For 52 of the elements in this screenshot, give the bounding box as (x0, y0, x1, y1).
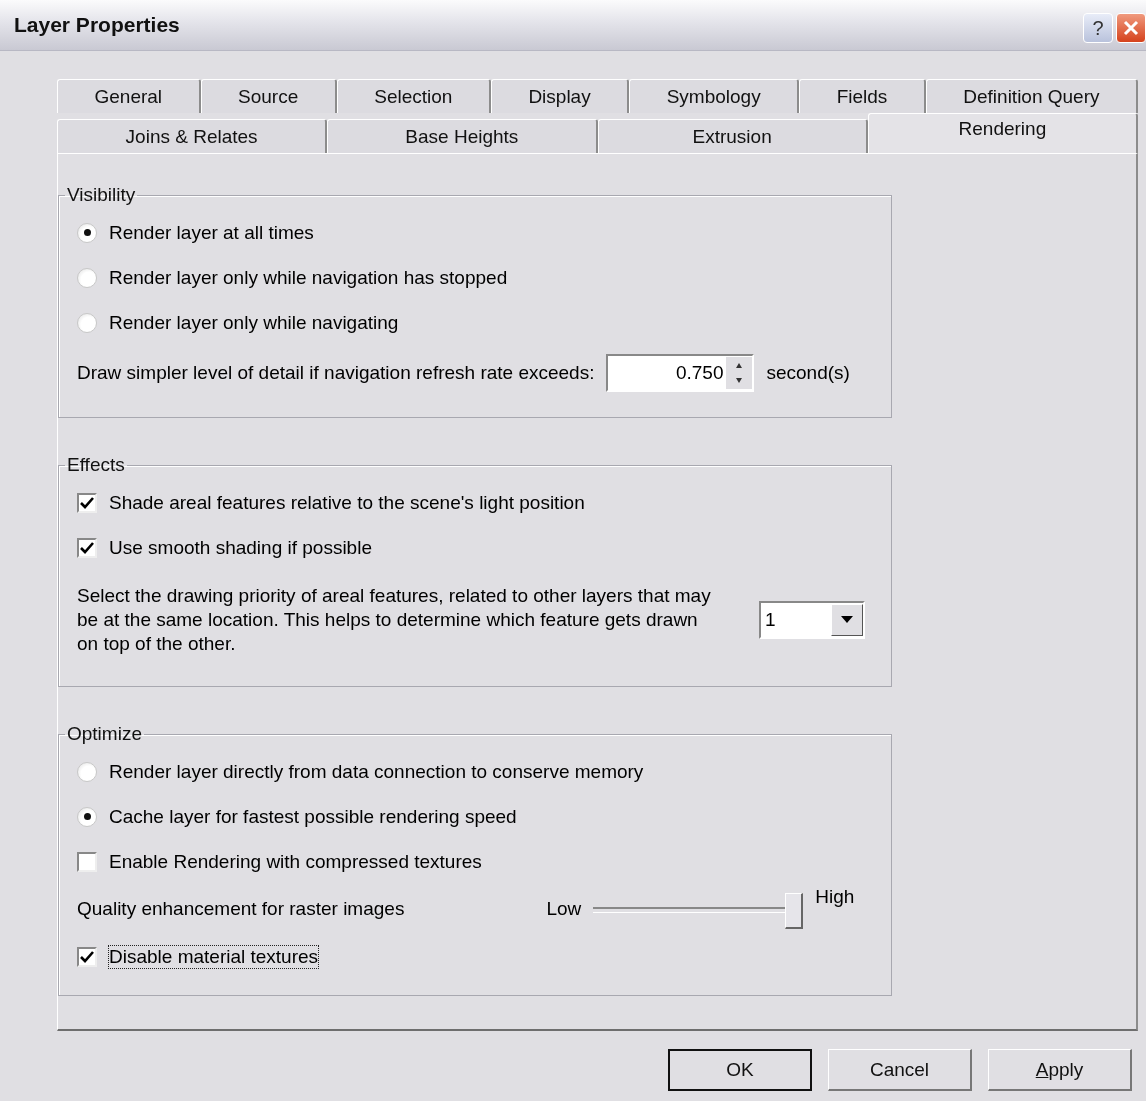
checkbox[interactable] (77, 537, 97, 558)
tab[interactable]: Rendering (867, 113, 1138, 153)
tab[interactable]: Definition Query (925, 79, 1138, 113)
checkbox-label: Enable Rendering with compressed textures (109, 850, 482, 873)
radio-label: Cache layer for fastest possible rendering speed (109, 805, 517, 828)
priority-dropdown[interactable]: 1 (759, 601, 865, 639)
tab[interactable]: Base Heights (327, 119, 598, 153)
check-icon (80, 541, 94, 554)
radio-label: Render layer at all times (109, 221, 314, 244)
tab[interactable]: Extrusion (597, 119, 868, 153)
unit-label: second(s) (766, 362, 850, 384)
tab[interactable]: General (57, 79, 201, 113)
radio-label: Render layer only while navigation has stopped (109, 266, 508, 289)
check-icon (80, 950, 94, 963)
checkbox-label: Shade areal features relative to the scene's light position (109, 491, 585, 514)
tab[interactable]: Fields (799, 79, 926, 113)
window-title: Layer Properties (14, 13, 180, 37)
priority-description: Select the drawing priority of areal features, related to other layers that may be at the same location. This helps to determine which feature gets drawn on top of the other. (77, 584, 712, 656)
low-label: Low (546, 898, 582, 920)
group-title: Optimize (66, 723, 143, 745)
close-button[interactable] (1116, 13, 1146, 43)
checkbox[interactable] (77, 851, 97, 872)
checkbox-label: Use smooth shading if possible (109, 536, 372, 559)
dialog-button[interactable]: OK (668, 1049, 812, 1091)
slider-thumb[interactable] (785, 893, 804, 929)
tab[interactable]: Source (200, 79, 337, 113)
tab[interactable]: Display (490, 79, 630, 113)
radio-label: Render layer only while navigating (109, 311, 399, 334)
radio-label: Render layer directly from data connection to conserve memory (109, 760, 644, 783)
radio-button[interactable] (77, 222, 97, 243)
tab[interactable]: Joins & Relates (57, 119, 328, 153)
spinner-label: Draw simpler level of detail if navigation refresh rate exceeds: (77, 362, 595, 384)
help-button[interactable]: ? (1083, 13, 1113, 43)
check-icon (80, 496, 94, 509)
radio-button[interactable] (77, 761, 97, 782)
checkbox[interactable] (77, 492, 97, 513)
close-icon (1122, 19, 1140, 37)
radio-button[interactable] (77, 312, 97, 333)
radio-button[interactable] (77, 267, 97, 288)
radio-button[interactable] (77, 806, 97, 827)
group-title: Visibility (66, 184, 137, 206)
dialog-button[interactable]: Cancel (828, 1049, 972, 1091)
checkbox-label: Disable material textures (109, 945, 319, 968)
dropdown-arrow-icon[interactable] (841, 616, 853, 624)
slider-label: Quality enhancement for raster images (77, 898, 405, 920)
checkbox[interactable] (77, 946, 97, 967)
high-label: High (815, 886, 855, 908)
group-title: Effects (66, 454, 126, 476)
tab[interactable]: Symbology (629, 79, 800, 113)
dialog-button[interactable]: Apply (988, 1049, 1132, 1091)
tab[interactable]: Selection (336, 79, 491, 113)
spinner-field[interactable]: 0.750 (606, 354, 755, 392)
